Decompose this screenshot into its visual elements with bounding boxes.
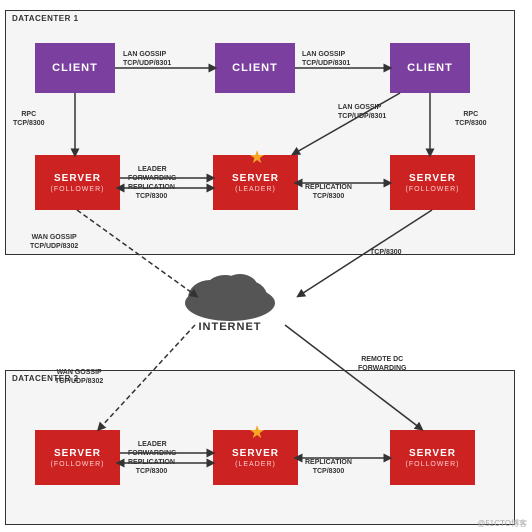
server2-sub: (LEADER) [235, 186, 276, 193]
client3-box: CLIENT [390, 43, 470, 93]
star-leader-dc2: ★ [249, 422, 265, 443]
datacenter1-label: DATACENTER 1 [12, 14, 79, 23]
wan-gossip-label-dc1: WAN GOSSIPTCP/UDP/8302 [30, 233, 78, 251]
remote-dc-label: REMOTE DCFORWARDING [358, 355, 406, 373]
rpc-right-label: RPCTCP/8300 [455, 110, 487, 128]
server4-box: SERVER (FOLLOWER) [35, 430, 120, 485]
watermark: @51CTO博客 [477, 518, 527, 529]
server3-sub: (FOLLOWER) [406, 186, 460, 193]
server6-sub: (FOLLOWER) [406, 461, 460, 468]
server3-label: SERVER [409, 173, 456, 184]
server1-label: SERVER [54, 173, 101, 184]
server4-label: SERVER [54, 448, 101, 459]
client1-box: CLIENT [35, 43, 115, 93]
tcp8300-label: TCP/8300 [370, 248, 402, 257]
client2-box: CLIENT [215, 43, 295, 93]
replication-label-2: REPLICATIONTCP/8300 [305, 183, 352, 201]
internet-cloud: INTERNET [170, 268, 290, 333]
client2-label: CLIENT [232, 62, 278, 74]
replication-label-1: REPLICATIONTCP/8300 [128, 183, 175, 201]
server2-label: SERVER [232, 173, 279, 184]
lan-gossip-label-1: LAN GOSSIPTCP/UDP/8301 [123, 50, 171, 68]
cloud-svg [170, 268, 290, 323]
server5-sub: (LEADER) [235, 461, 276, 468]
leader-fwd-label: LEADERFORWARDING [128, 165, 176, 183]
replication-label-3: REPLICATIONTCP/8300 [128, 458, 175, 476]
server6-box: SERVER (FOLLOWER) [390, 430, 475, 485]
star-leader-dc1: ★ [249, 147, 265, 168]
lan-gossip-label-2: LAN GOSSIPTCP/UDP/8301 [302, 50, 350, 68]
lan-gossip-label-3: LAN GOSSIPTCP/UDP/8301 [338, 103, 386, 121]
rpc-left-label: RPCTCP/8300 [13, 110, 45, 128]
server1-box: SERVER (FOLLOWER) [35, 155, 120, 210]
server1-sub: (FOLLOWER) [51, 186, 105, 193]
client3-label: CLIENT [407, 62, 453, 74]
replication-label-4: REPLICATIONTCP/8300 [305, 458, 352, 476]
client1-label: CLIENT [52, 62, 98, 74]
server4-sub: (FOLLOWER) [51, 461, 105, 468]
server5-label: SERVER [232, 448, 279, 459]
wan-gossip-label-dc2: WAN GOSSIPTCP/UDP/8302 [55, 368, 103, 386]
server3-box: SERVER (FOLLOWER) [390, 155, 475, 210]
leader-fwd-label-dc2: LEADERFORWARDING [128, 440, 176, 458]
server6-label: SERVER [409, 448, 456, 459]
main-container: DATACENTER 1 DATACENTER 2 CLIENT CLIENT … [0, 0, 532, 532]
